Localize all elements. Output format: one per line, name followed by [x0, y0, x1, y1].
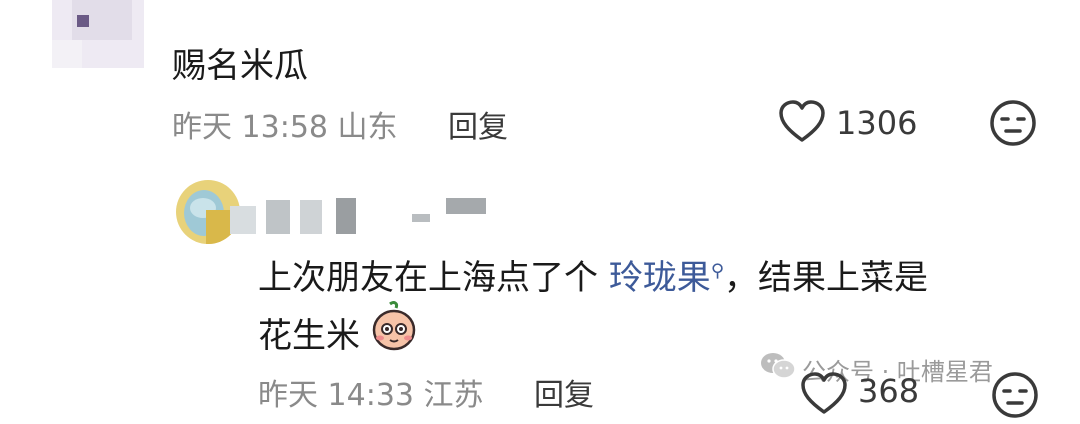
comment-text-part: 花生米 [258, 316, 360, 356]
wechat-icon [760, 352, 796, 380]
reply-button[interactable]: 回复 [448, 102, 508, 146]
keyword-link[interactable]: 玲珑果 [609, 258, 711, 298]
heart-outline-icon [801, 372, 847, 414]
comment-meta: 昨天 13:58 山东 [172, 102, 398, 146]
like-count: 368 [858, 372, 920, 410]
neutral-face-icon [992, 372, 1038, 418]
like-button[interactable] [800, 372, 848, 416]
like-button[interactable] [778, 100, 826, 144]
comment-meta: 昨天 14:33 江苏 [258, 370, 484, 414]
search-icon[interactable]: ⚲ [711, 261, 724, 282]
peanut-sticker-icon [368, 300, 420, 352]
avatar[interactable] [52, 0, 144, 68]
neutral-face-icon [990, 100, 1036, 146]
comment-text-line2: 花生米 [258, 308, 360, 357]
heart-outline-icon [779, 100, 825, 142]
comment-text: 赐名米瓜 [172, 46, 308, 86]
username-mosaic [220, 196, 490, 236]
comment-text-part: 上次朋友在上海点了个 [258, 258, 598, 298]
like-count: 1306 [836, 104, 918, 142]
comment-location: 山东 [337, 110, 398, 145]
comment-time: 昨天 13:58 [172, 110, 328, 145]
reply-button[interactable]: 回复 [534, 370, 594, 414]
emoji-react-button[interactable] [990, 370, 1040, 420]
comment-text-part: ，结果上菜是 [724, 258, 928, 298]
emoji-react-button[interactable] [988, 98, 1038, 148]
comment-text: 上次朋友在上海点了个 玲珑果⚲，结果上菜是 [258, 250, 928, 299]
